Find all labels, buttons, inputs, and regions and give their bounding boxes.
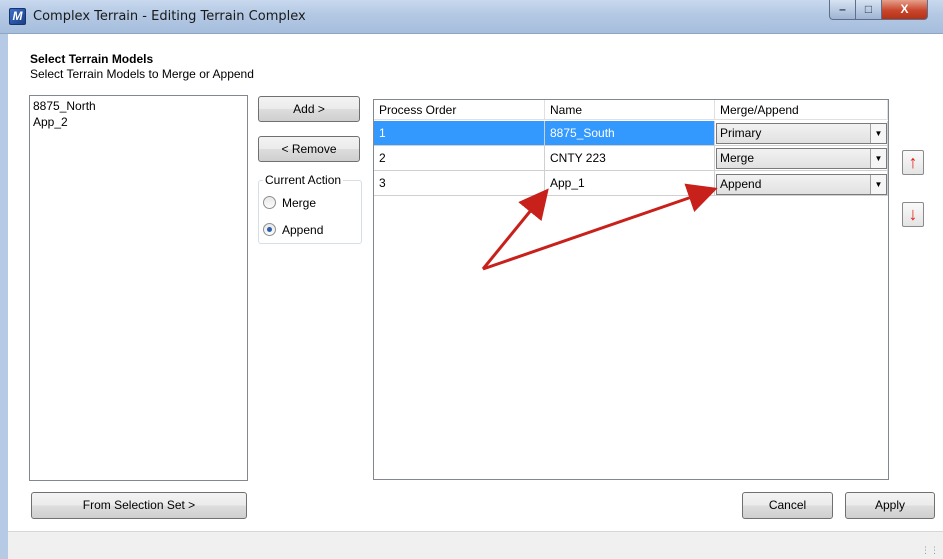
- cancel-button[interactable]: Cancel: [742, 492, 833, 519]
- arrow-up-icon: ↑: [908, 152, 918, 172]
- merge-append-dropdown[interactable]: Append ▼: [716, 174, 887, 195]
- append-radio-option[interactable]: Append: [263, 222, 323, 238]
- add-button[interactable]: Add >: [258, 96, 360, 122]
- dropdown-value: Merge: [720, 151, 755, 165]
- arrow-down-icon: ↓: [908, 204, 918, 224]
- merge-radio[interactable]: [263, 196, 276, 209]
- append-radio[interactable]: [263, 223, 276, 236]
- chevron-down-icon[interactable]: ▼: [870, 149, 886, 168]
- cell-process-order[interactable]: 1: [374, 121, 545, 146]
- window-title: Complex Terrain - Editing Terrain Comple…: [33, 9, 306, 24]
- apply-button[interactable]: Apply: [845, 492, 935, 519]
- resize-grip-icon[interactable]: ⋮⋮: [921, 545, 939, 556]
- move-up-button[interactable]: ↑: [902, 150, 924, 175]
- current-action-label: Current Action: [263, 173, 344, 187]
- column-header-name[interactable]: Name: [545, 100, 715, 120]
- maximize-button[interactable]: □: [855, 0, 882, 20]
- list-item[interactable]: 8875_North: [33, 98, 244, 114]
- status-bar: ⋮⋮: [8, 531, 943, 559]
- cell-name[interactable]: 8875_South: [545, 121, 715, 146]
- dropdown-value: Primary: [720, 126, 762, 140]
- column-header-merge-append[interactable]: Merge/Append: [715, 100, 888, 120]
- cell-name[interactable]: CNTY 223: [545, 146, 715, 171]
- minimize-button[interactable]: –: [829, 0, 856, 20]
- terrain-app-icon: M: [9, 8, 26, 25]
- merge-append-dropdown[interactable]: Primary ▼: [716, 123, 887, 144]
- merge-append-dropdown[interactable]: Merge ▼: [716, 148, 887, 169]
- section-title: Select Terrain Models: [30, 52, 154, 66]
- merge-radio-label: Merge: [282, 196, 317, 210]
- cell-name[interactable]: App_1: [545, 171, 715, 196]
- title-bar: M Complex Terrain - Editing Terrain Comp…: [0, 0, 943, 34]
- chevron-down-icon[interactable]: ▼: [870, 175, 886, 194]
- dropdown-value: Append: [720, 177, 762, 191]
- list-item[interactable]: App_2: [33, 114, 244, 130]
- append-radio-label: Append: [282, 223, 324, 237]
- section-subtitle: Select Terrain Models to Merge or Append: [30, 67, 254, 81]
- column-header-process-order[interactable]: Process Order: [374, 100, 545, 120]
- from-selection-set-button[interactable]: From Selection Set >: [31, 492, 247, 519]
- chevron-down-icon[interactable]: ▼: [870, 124, 886, 143]
- move-down-button[interactable]: ↓: [902, 202, 924, 227]
- cell-process-order[interactable]: 3: [374, 171, 545, 196]
- merge-radio-option[interactable]: Merge: [263, 195, 316, 211]
- cell-process-order[interactable]: 2: [374, 146, 545, 171]
- remove-button[interactable]: < Remove: [258, 136, 360, 162]
- close-button[interactable]: X: [881, 0, 928, 20]
- available-models-list[interactable]: 8875_North App_2: [29, 95, 248, 481]
